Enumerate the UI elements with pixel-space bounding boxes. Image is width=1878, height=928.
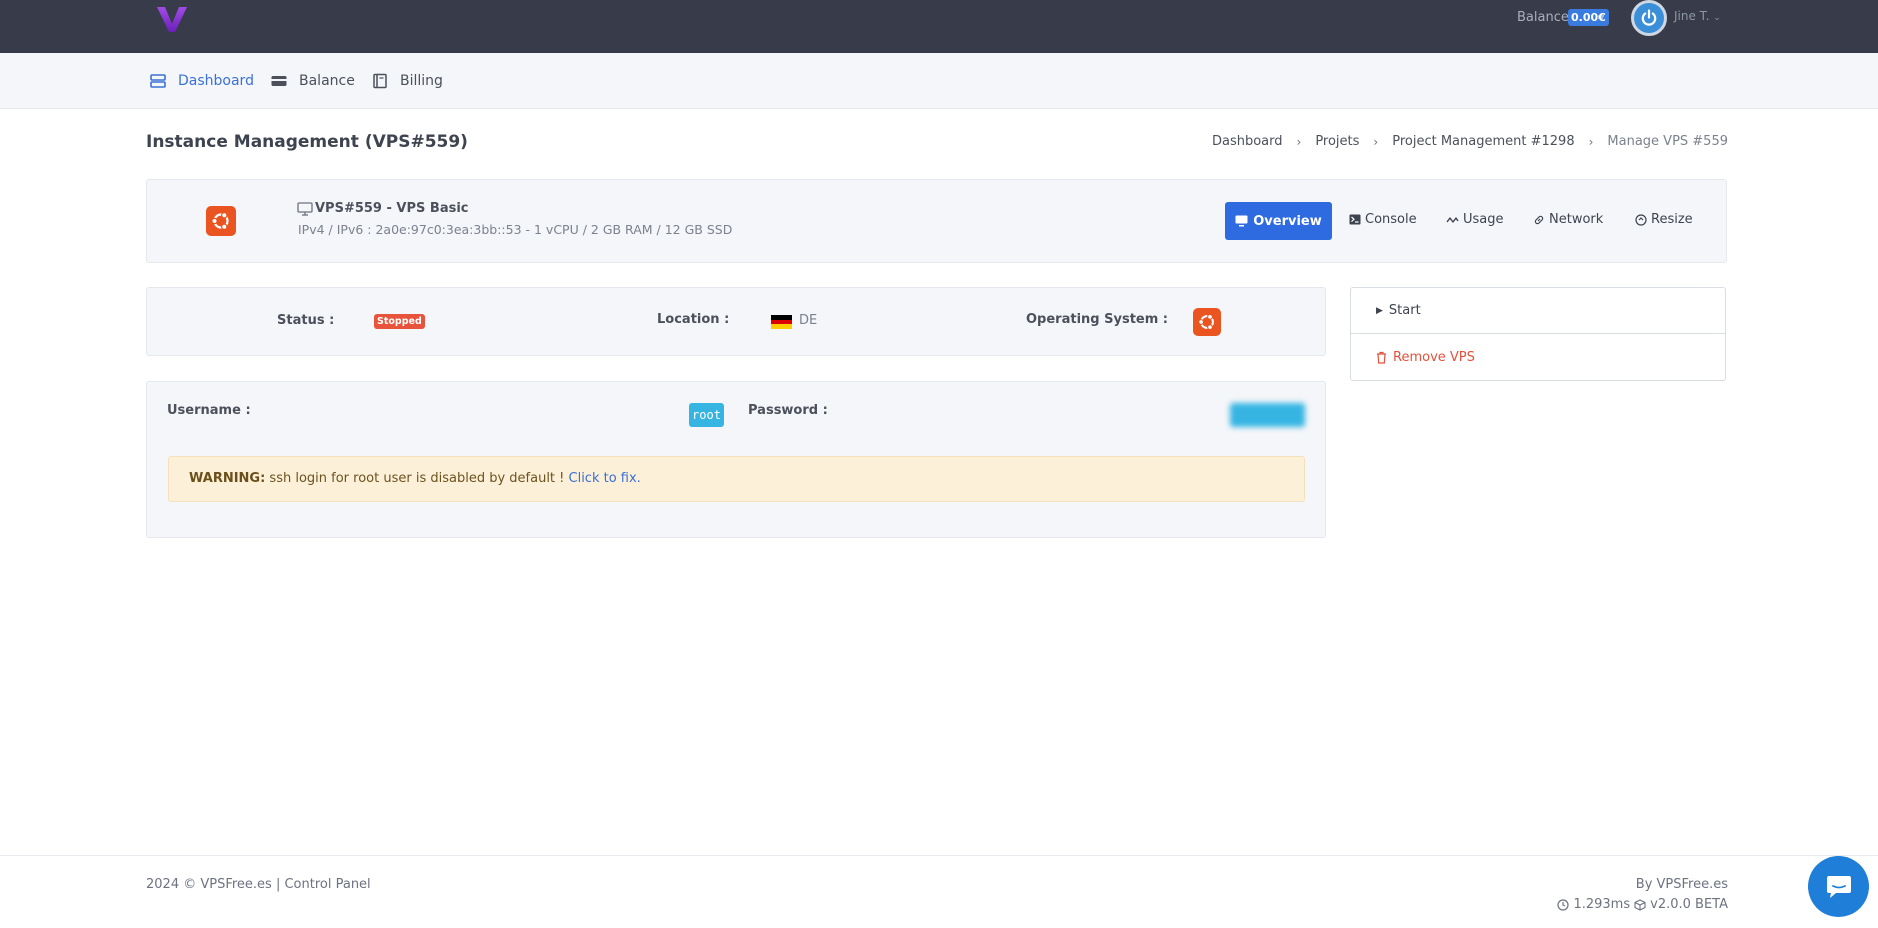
resize-icon	[1635, 213, 1647, 226]
footer-version: v2.0.0 BETA	[1650, 897, 1728, 912]
terminal-icon	[1349, 214, 1361, 225]
credit-card-icon	[271, 76, 287, 86]
chevron-right-icon: ›	[1373, 134, 1379, 149]
location-label: Location :	[657, 312, 730, 327]
clock-icon	[1557, 898, 1570, 911]
breadcrumb: Dashboard › Projets › Project Management…	[1212, 134, 1728, 149]
avatar[interactable]	[1631, 0, 1667, 36]
ssh-warning-alert: WARNING: ssh login for root user is disa…	[168, 456, 1305, 502]
remove-vps-label: Remove VPS	[1393, 349, 1475, 365]
balance-badge[interactable]: 0.00€	[1568, 9, 1609, 26]
username-label: Username :	[167, 403, 251, 418]
nav-balance[interactable]: Balance	[271, 73, 355, 89]
nav-dashboard[interactable]: Dashboard	[150, 73, 254, 89]
footer-meta: 1.293ms v2.0.0 BETA	[1557, 897, 1728, 912]
tab-usage-label: Usage	[1463, 212, 1504, 227]
username-value[interactable]: root	[689, 403, 724, 427]
tab-usage[interactable]: Usage	[1446, 212, 1504, 227]
nav-dashboard-label: Dashboard	[178, 73, 254, 89]
activity-icon	[1446, 216, 1459, 223]
chevron-down-icon: ⌄	[1713, 13, 1721, 23]
os-label: Operating System :	[1026, 312, 1168, 327]
remove-vps-button[interactable]: Remove VPS	[1351, 334, 1725, 380]
nav-balance-label: Balance	[299, 73, 355, 89]
logo-icon[interactable]	[155, 4, 189, 34]
tab-console[interactable]: Console	[1349, 212, 1417, 227]
top-bar: Balance 0.00€ Jine T. ⌄	[0, 0, 1878, 53]
balance-label: Balance	[1517, 10, 1569, 25]
start-label: Start	[1388, 303, 1421, 318]
tab-overview[interactable]: Overview	[1225, 202, 1332, 240]
tab-network[interactable]: Network	[1533, 212, 1603, 227]
tab-network-label: Network	[1549, 212, 1604, 227]
chat-button[interactable]	[1808, 856, 1869, 917]
vps-specs: IPv4 / IPv6 : 2a0e:97c0:3ea:3bb::53 - 1 …	[298, 222, 733, 237]
nav-billing[interactable]: Billing	[372, 73, 443, 89]
location-value: DE	[799, 313, 818, 328]
tab-overview-label: Overview	[1253, 213, 1322, 229]
page-title: Instance Management (VPS#559)	[146, 132, 468, 152]
main-nav: Dashboard Balance Billing	[0, 53, 1878, 109]
link-icon	[1534, 215, 1544, 224]
password-value[interactable]: hidden	[1230, 403, 1305, 427]
tab-resize-label: Resize	[1651, 212, 1693, 227]
nav-billing-label: Billing	[400, 73, 443, 89]
user-name: Jine T.	[1674, 9, 1710, 23]
status-label: Status :	[277, 313, 335, 328]
monitor-icon	[297, 201, 313, 216]
vps-name-label: VPS#559 - VPS Basic	[315, 201, 469, 216]
chat-icon	[1826, 875, 1851, 898]
book-icon	[373, 73, 387, 89]
ubuntu-icon	[1193, 308, 1221, 336]
breadcrumb-current: Manage VPS #559	[1607, 134, 1728, 149]
server-icon	[150, 74, 166, 88]
power-icon	[1641, 9, 1657, 26]
user-menu[interactable]: Jine T. ⌄	[1674, 9, 1721, 23]
vps-name: VPS#559 - VPS Basic	[297, 201, 469, 216]
breadcrumb-project[interactable]: Project Management #1298	[1392, 134, 1574, 149]
warning-message: ssh login for root user is disabled by d…	[265, 471, 569, 486]
footer-timing: 1.293ms	[1573, 897, 1631, 912]
footer-by: By VPSFree.es	[1635, 877, 1728, 892]
monitor-icon	[1235, 215, 1248, 227]
footer: 2024 © VPSFree.es | Control Panel By VPS…	[0, 855, 1878, 928]
footer-copyright: 2024 © VPSFree.es | Control Panel	[146, 877, 371, 892]
play-icon: ▶	[1376, 305, 1383, 316]
breadcrumb-dashboard[interactable]: Dashboard	[1212, 134, 1283, 149]
tab-resize[interactable]: Resize	[1635, 212, 1693, 227]
status-badge: Stopped	[374, 314, 425, 329]
chevron-right-icon: ›	[1296, 134, 1302, 149]
warning-prefix: WARNING:	[189, 471, 266, 486]
chevron-right-icon: ›	[1588, 134, 1594, 149]
start-button[interactable]: ▶ Start	[1351, 288, 1725, 334]
password-label: Password :	[748, 403, 828, 418]
box-icon	[1634, 898, 1646, 911]
trash-icon	[1377, 351, 1386, 364]
ubuntu-icon	[206, 206, 236, 236]
germany-flag-icon	[771, 315, 792, 329]
fix-link[interactable]: Click to fix.	[569, 471, 641, 486]
breadcrumb-projects[interactable]: Projets	[1315, 134, 1359, 149]
tab-console-label: Console	[1365, 212, 1417, 227]
actions-panel: ▶ Start Remove VPS	[1350, 287, 1726, 381]
